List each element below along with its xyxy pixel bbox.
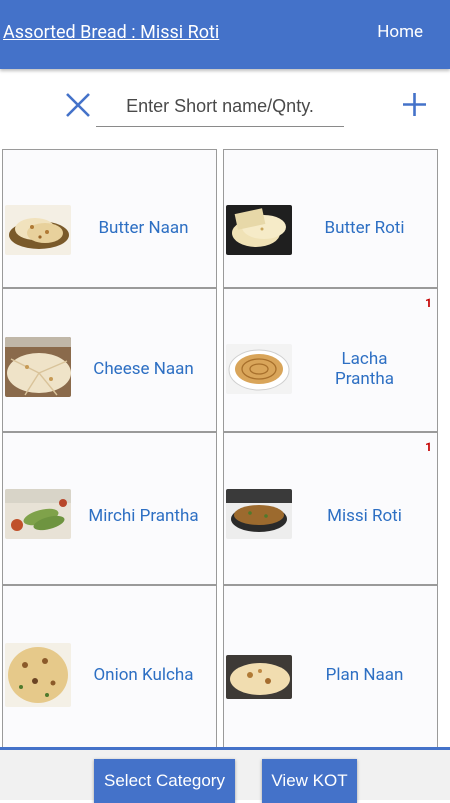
home-button[interactable]: Home [377,22,423,42]
item-tile-lacha-prantha[interactable]: Lacha Prantha 1 [223,288,438,432]
item-tile-butter-naan[interactable]: Butter Naan [2,149,217,288]
item-label: Butter Roti [324,218,405,238]
onion-kulcha-image [5,643,71,707]
lacha-prantha-image [226,344,292,394]
item-quantity-badge: 1 [425,296,432,310]
item-tile-onion-kulcha[interactable]: Onion Kulcha [2,585,217,747]
search-input[interactable] [96,86,344,127]
item-tile-plan-naan[interactable]: Plan Naan [223,585,438,747]
item-tile-cheese-naan[interactable]: Cheese Naan [2,288,217,432]
item-label: Cheese Naan [93,359,194,379]
bottom-action-bar: Select Category View KOT [0,747,450,803]
item-label: Mirchi Prantha [88,506,199,526]
add-icon[interactable] [402,92,427,117]
close-icon[interactable] [64,91,92,119]
select-category-button[interactable]: Select Category [94,759,235,803]
item-label: Plan Naan [325,665,404,685]
item-tile-butter-roti[interactable]: Butter Roti [223,149,438,288]
item-label: Lacha Prantha [335,349,394,389]
app-header: Assorted Bread : Missi Roti Home [0,0,450,69]
item-quantity-badge: 1 [425,440,432,454]
item-label: Missi Roti [327,506,402,526]
item-label: Butter Naan [98,218,189,238]
plan-naan-image [226,655,292,699]
item-grid: Butter Naan Butter Roti Cheese Naan Lach… [0,149,450,747]
item-tile-mirchi-prantha[interactable]: Mirchi Prantha [2,432,217,585]
item-tile-missi-roti[interactable]: Missi Roti 1 [223,432,438,585]
cheese-naan-image [5,337,71,397]
item-label: Onion Kulcha [93,665,194,685]
category-breadcrumb[interactable]: Assorted Bread : Missi Roti [3,22,219,43]
mirchi-prantha-image [5,489,71,539]
missi-roti-image [226,489,292,539]
view-kot-button[interactable]: View KOT [262,759,357,803]
butter-roti-image [226,205,292,255]
butter-naan-image [5,205,71,255]
